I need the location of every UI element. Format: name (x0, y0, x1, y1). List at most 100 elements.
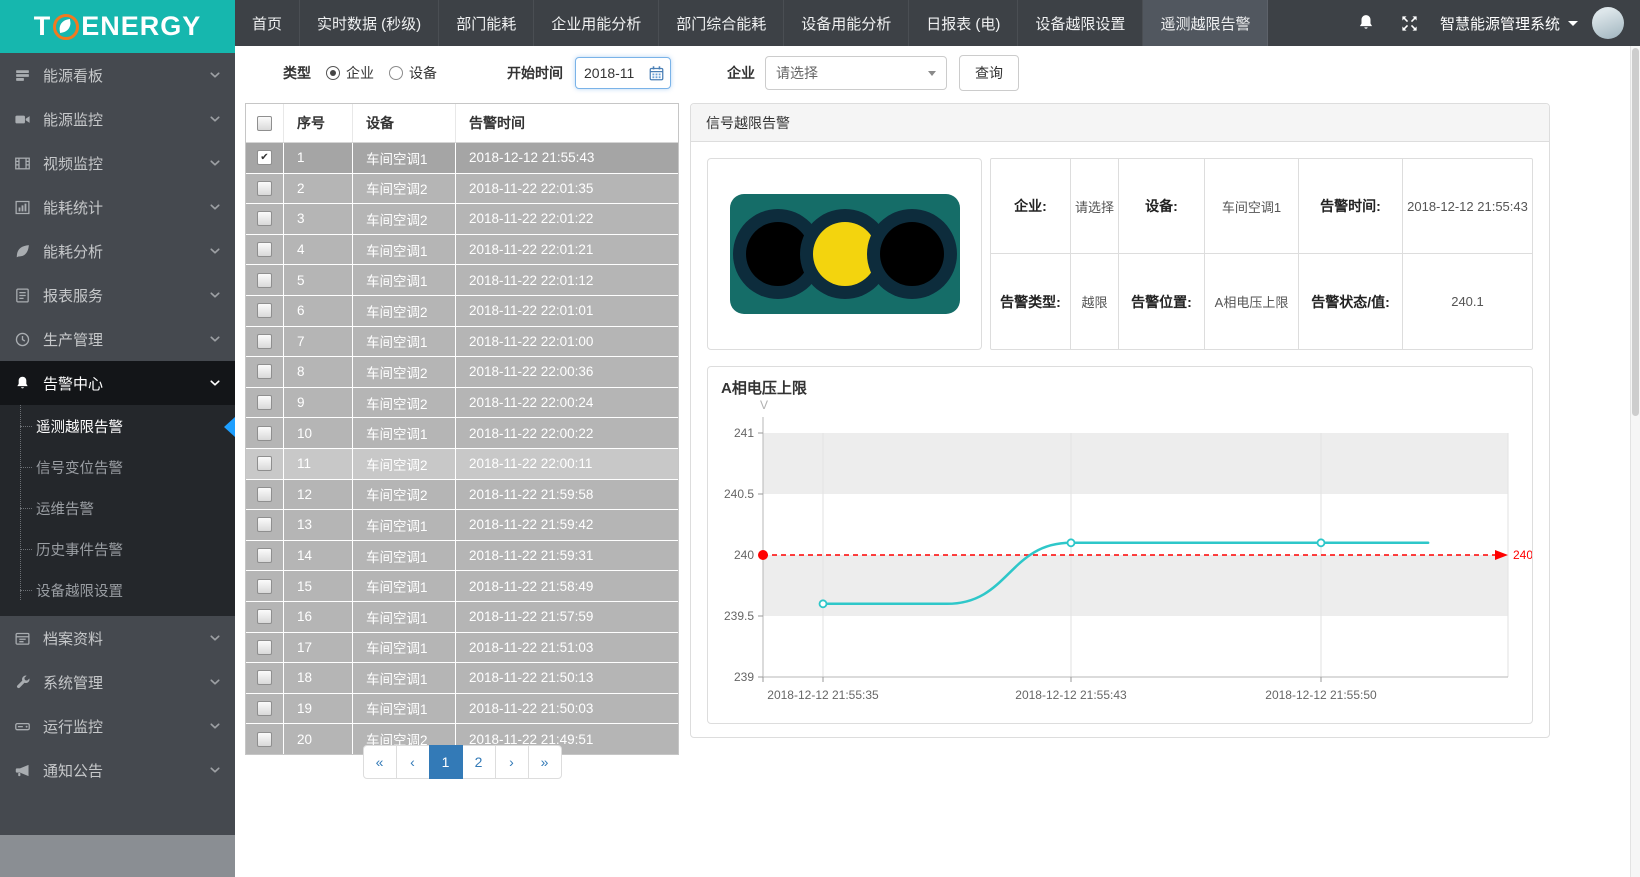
sidebar-item[interactable]: 报表服务 (0, 273, 235, 317)
scrollbar-thumb[interactable] (1632, 48, 1639, 416)
column-header[interactable]: 序号 (284, 104, 353, 142)
tree-stub (20, 426, 32, 427)
cell-time: 2018-11-22 22:01:12 (456, 265, 678, 295)
row-checkbox[interactable] (257, 334, 272, 349)
table-row[interactable]: 1车间空调12018-12-12 21:55:43 (246, 143, 678, 174)
system-title[interactable]: 智慧能源管理系统 (1440, 13, 1578, 34)
row-checkbox[interactable] (257, 548, 272, 563)
page-button[interactable]: ‹ (396, 745, 430, 779)
select-all-checkbox[interactable] (257, 116, 272, 131)
table-row[interactable]: 11车间空调22018-11-22 22:00:11 (246, 449, 678, 480)
row-checkbox[interactable] (257, 487, 272, 502)
row-checkbox[interactable] (257, 242, 272, 257)
nav-item[interactable]: 设备用能分析 (784, 0, 909, 46)
row-checkbox[interactable] (257, 211, 272, 226)
detail-value: 车间空调1 (1205, 159, 1299, 254)
avatar[interactable] (1592, 7, 1624, 39)
brand-logo[interactable]: T ENERGY (0, 0, 235, 53)
row-checkbox[interactable] (257, 456, 272, 471)
row-checkbox[interactable] (257, 670, 272, 685)
table-row[interactable]: 13车间空调12018-11-22 21:59:42 (246, 510, 678, 541)
sidebar-item[interactable]: 运行监控 (0, 704, 235, 748)
sidebar-item[interactable]: 生产管理 (0, 317, 235, 361)
sidebar-item[interactable]: 系统管理 (0, 660, 235, 704)
table-row[interactable]: 18车间空调12018-11-22 21:50:13 (246, 663, 678, 694)
sidebar-subitem[interactable]: 信号变位告警 (0, 447, 235, 488)
sidebar-subitem[interactable]: 遥测越限告警 (0, 406, 235, 447)
page-button[interactable]: 1 (429, 745, 463, 779)
sidebar-item[interactable]: 能耗统计 (0, 185, 235, 229)
row-checkbox[interactable] (257, 426, 272, 441)
sidebar-subitem[interactable]: 运维告警 (0, 488, 235, 529)
calendar-icon[interactable] (649, 66, 664, 81)
sidebar-item[interactable]: 通知公告 (0, 748, 235, 792)
row-checkbox[interactable] (257, 609, 272, 624)
sidebar-item[interactable]: 视频监控 (0, 141, 235, 185)
row-checkbox[interactable] (257, 395, 272, 410)
nav-item[interactable]: 日报表 (电) (909, 0, 1018, 46)
cell-no: 7 (284, 327, 353, 357)
table-row[interactable]: 10车间空调12018-11-22 22:00:22 (246, 418, 678, 449)
cell-no: 1 (284, 143, 353, 173)
row-checkbox[interactable] (257, 701, 272, 716)
nav-item[interactable]: 实时数据 (秒级) (300, 0, 439, 46)
sidebar-subitem[interactable]: 历史事件告警 (0, 529, 235, 570)
cell-no: 18 (284, 663, 353, 693)
detail-value: 240.1 (1403, 254, 1532, 349)
nav-item[interactable]: 设备越限设置 (1018, 0, 1143, 46)
row-checkbox[interactable] (257, 517, 272, 532)
detail-value: 请选择 (1071, 159, 1119, 254)
nav-item[interactable]: 部门综合能耗 (659, 0, 784, 46)
column-header[interactable]: 设备 (353, 104, 456, 142)
row-checkbox[interactable] (257, 150, 272, 165)
page-button[interactable]: 2 (462, 745, 496, 779)
table-row[interactable]: 9车间空调22018-11-22 22:00:24 (246, 388, 678, 419)
row-checkbox[interactable] (257, 273, 272, 288)
chevron-down-icon (209, 377, 221, 389)
table-row[interactable]: 4车间空调12018-11-22 22:01:21 (246, 235, 678, 266)
sidebar-item[interactable]: 档案资料 (0, 616, 235, 660)
row-checkbox[interactable] (257, 181, 272, 196)
page-button[interactable]: › (495, 745, 529, 779)
sidebar-item[interactable]: 能源看板 (0, 53, 235, 97)
table-row[interactable]: 16车间空调12018-11-22 21:57:59 (246, 602, 678, 633)
sidebar-item[interactable]: 能源监控 (0, 97, 235, 141)
table-row[interactable]: 7车间空调12018-11-22 22:01:00 (246, 327, 678, 358)
radio-option[interactable]: 企业 (326, 63, 374, 83)
detail-label: 告警状态/值: (1299, 254, 1403, 349)
table-row[interactable]: 15车间空调12018-11-22 21:58:49 (246, 571, 678, 602)
page-button[interactable]: » (528, 745, 562, 779)
svg-text:240.5: 240.5 (724, 487, 754, 501)
row-checkbox[interactable] (257, 640, 272, 655)
table-row[interactable]: 3车间空调22018-11-22 22:01:22 (246, 204, 678, 235)
fullscreen-icon[interactable] (1388, 14, 1432, 33)
table-row[interactable]: 5车间空调12018-11-22 22:01:12 (246, 265, 678, 296)
nav-item[interactable]: 遥测越限告警 (1143, 0, 1268, 46)
sidebar-item[interactable]: 告警中心 (0, 361, 235, 405)
table-row[interactable]: 8车间空调22018-11-22 22:00:36 (246, 357, 678, 388)
bell-icon (14, 374, 33, 392)
archive-icon (14, 629, 33, 647)
nav-item[interactable]: 部门能耗 (439, 0, 534, 46)
row-checkbox[interactable] (257, 303, 272, 318)
search-button[interactable]: 查询 (959, 55, 1019, 91)
page-button[interactable]: « (363, 745, 397, 779)
row-checkbox[interactable] (257, 579, 272, 594)
sidebar-subitem[interactable]: 设备越限设置 (0, 570, 235, 611)
company-select[interactable]: 请选择 (765, 56, 947, 90)
nav-item[interactable]: 企业用能分析 (534, 0, 659, 46)
table-row[interactable]: 12车间空调22018-11-22 21:59:58 (246, 480, 678, 511)
nav-item[interactable]: 首页 (235, 0, 300, 46)
table-row[interactable]: 14车间空调12018-11-22 21:59:31 (246, 541, 678, 572)
cell-time: 2018-11-22 21:59:31 (456, 541, 678, 571)
table-row[interactable]: 2车间空调22018-11-22 22:01:35 (246, 174, 678, 205)
column-header[interactable]: 告警时间 (456, 104, 678, 142)
table-row[interactable]: 17车间空调12018-11-22 21:51:03 (246, 633, 678, 664)
table-row[interactable]: 6车间空调22018-11-22 22:01:01 (246, 296, 678, 327)
row-checkbox[interactable] (257, 364, 272, 379)
table-row[interactable]: 19车间空调12018-11-22 21:50:03 (246, 694, 678, 725)
start-time-input[interactable]: 2018-11 (575, 57, 671, 89)
radio-option[interactable]: 设备 (389, 63, 437, 83)
sidebar-item[interactable]: 能耗分析 (0, 229, 235, 273)
bell-icon[interactable] (1344, 13, 1388, 33)
